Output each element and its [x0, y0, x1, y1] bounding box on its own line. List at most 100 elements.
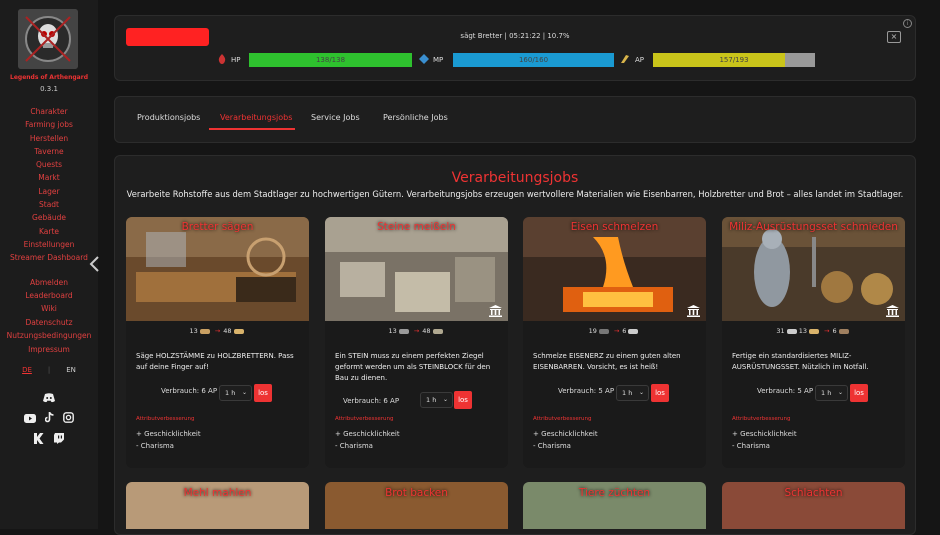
mp-bar: 160/160	[453, 53, 614, 67]
job-title: Tiere züchten	[578, 487, 651, 499]
job-card: Miliz-Ausrüstungsset schmieden 31 13 → 6 Fe…	[722, 217, 905, 468]
nav-streamer-dashboard[interactable]: Streamer Dashboard	[0, 253, 98, 262]
hp-label: HP	[231, 56, 241, 64]
town-hall-icon	[489, 305, 502, 317]
job-cost: Verbrauch: 5 AP	[757, 387, 814, 395]
nav-herstellen[interactable]: Herstellen	[0, 134, 98, 143]
job-title: Schlachten	[784, 487, 843, 499]
nav-einstellungen[interactable]: Einstellungen	[0, 240, 98, 249]
social-row-2	[0, 408, 98, 427]
hp-value: 138/138	[315, 56, 346, 64]
instagram-icon[interactable]	[63, 412, 74, 423]
job-title: Brot backen	[385, 487, 448, 499]
brand-name: Legends of Arthengard	[10, 74, 88, 81]
job-description: Schmelze EISENERZ zu einem guten alten E…	[533, 352, 681, 371]
nav-abmelden[interactable]: Abmelden	[0, 278, 98, 287]
job-title: Eisen schmelzen	[570, 221, 659, 233]
nav-datenschutz[interactable]: Datenschutz	[0, 318, 98, 327]
job-card-brot: Brot backen	[325, 482, 508, 529]
nav-nutzungsbedingungen[interactable]: Nutzungsbedingungen	[0, 331, 98, 340]
job-card-mehl: Mehl mahlen	[126, 482, 309, 529]
job-conversion: 31 13 → 6	[722, 327, 905, 335]
nav-gebaeude[interactable]: Gebäude	[0, 213, 98, 222]
activity-status: sägt Bretter | 05:21:22 | 10.7%	[460, 32, 570, 40]
job-conversion: 19 → 6	[523, 327, 706, 335]
attr-plus: + Geschicklichkeit	[335, 430, 400, 438]
hp-bar: 138/138	[249, 53, 412, 67]
tab-persoenliche-jobs[interactable]: Persönliche Jobs	[383, 113, 448, 122]
lang-en[interactable]: EN	[66, 366, 76, 374]
discord-icon[interactable]	[43, 393, 55, 403]
job-card: Bretter sägen 13 → 48 Säge HOLZSTÄMME zu H…	[126, 217, 309, 468]
nav-taverne[interactable]: Taverne	[0, 147, 98, 156]
nav-quests[interactable]: Quests	[0, 160, 98, 169]
duration-select[interactable]: 1 h ⌄	[219, 385, 252, 401]
hp-icon	[218, 54, 226, 64]
job-title: Miliz-Ausrüstungsset schmieden	[729, 221, 898, 233]
section-subtitle: Verarbeite Rohstoffe aus dem Stadtlager …	[126, 189, 904, 199]
ap-label: AP	[635, 56, 645, 64]
nav-stadt[interactable]: Stadt	[0, 200, 98, 209]
start-job-button[interactable]: los	[254, 384, 272, 402]
duration-select[interactable]: 1 h ⌄	[616, 385, 649, 401]
ap-icon	[621, 55, 629, 63]
job-cost: Verbrauch: 6 AP	[343, 397, 400, 405]
mp-label: MP	[433, 56, 444, 64]
info-icon[interactable]: i	[903, 19, 912, 28]
status-panel	[114, 15, 916, 81]
nav-wiki[interactable]: Wiki	[0, 304, 98, 313]
town-hall-icon	[687, 305, 700, 317]
duration-select[interactable]: 1 h ⌄	[420, 392, 453, 408]
duration-select[interactable]: 1 h ⌄	[815, 385, 848, 401]
tab-service-jobs[interactable]: Service Jobs	[311, 113, 360, 122]
job-cost: Verbrauch: 5 AP	[558, 387, 615, 395]
attr-heading: Attributverbesserung	[533, 416, 592, 422]
ap-value: 157/193	[719, 56, 749, 64]
version: 0.3.1	[40, 85, 58, 93]
job-description: Fertige ein standardisiertes MILIZ-AUSRÜ…	[732, 352, 869, 371]
chevron-down-icon: ⌄	[442, 396, 448, 403]
game-logo[interactable]	[18, 9, 78, 69]
youtube-icon[interactable]	[23, 414, 36, 423]
attr-heading: Attributverbesserung	[335, 416, 394, 422]
attr-heading: Attributverbesserung	[732, 416, 791, 422]
activity-progress-bar	[126, 28, 209, 46]
twitch-icon[interactable]	[53, 433, 64, 444]
attr-minus: - Charisma	[732, 442, 770, 450]
nav-lager[interactable]: Lager	[0, 187, 98, 196]
nav-karte[interactable]: Karte	[0, 227, 98, 236]
job-title: Steine meißeln	[377, 221, 456, 233]
chevron-left-icon[interactable]	[88, 255, 102, 273]
tiktok-icon[interactable]	[44, 411, 54, 423]
active-tab-indicator	[209, 128, 295, 130]
attr-minus: - Charisma	[533, 442, 571, 450]
tab-produktionsjobs[interactable]: Produktionsjobs	[137, 113, 200, 122]
mp-icon	[419, 54, 429, 64]
ap-bar: 157/193	[653, 53, 815, 67]
job-card: Eisen schmelzen 19 → 6 Schmelze EISENERZ z…	[523, 217, 706, 468]
mp-value: 160/160	[518, 56, 549, 64]
job-description: Ein STEIN muss zu einem perfekten Ziegel…	[335, 352, 491, 382]
nav-leaderboard[interactable]: Leaderboard	[0, 291, 98, 300]
town-hall-icon	[886, 305, 899, 317]
job-title: Bretter sägen	[181, 221, 254, 233]
attr-plus: + Geschicklichkeit	[533, 430, 598, 438]
nav-farming-jobs[interactable]: Farming jobs	[0, 120, 98, 129]
start-job-button[interactable]: los	[850, 384, 868, 402]
tab-verarbeitungsjobs[interactable]: Verarbeitungsjobs	[220, 113, 292, 122]
close-button[interactable]: ×	[887, 31, 901, 43]
job-title: Mehl mahlen	[183, 487, 252, 499]
nav-impressum[interactable]: Impressum	[0, 345, 98, 354]
lang-de[interactable]: DE	[22, 366, 32, 374]
kick-icon[interactable]	[34, 433, 44, 444]
language-switch: DE | EN	[22, 366, 76, 374]
start-job-button[interactable]: los	[651, 384, 669, 402]
chevron-down-icon: ⌄	[241, 389, 247, 396]
attr-minus: - Charisma	[335, 442, 373, 450]
chevron-down-icon: ⌄	[837, 389, 843, 396]
job-card-schlachten: Schlachten	[722, 482, 905, 529]
nav-charakter[interactable]: Charakter	[0, 107, 98, 116]
nav-markt[interactable]: Markt	[0, 173, 98, 182]
social-row-1	[0, 388, 98, 407]
start-job-button[interactable]: los	[454, 391, 472, 409]
